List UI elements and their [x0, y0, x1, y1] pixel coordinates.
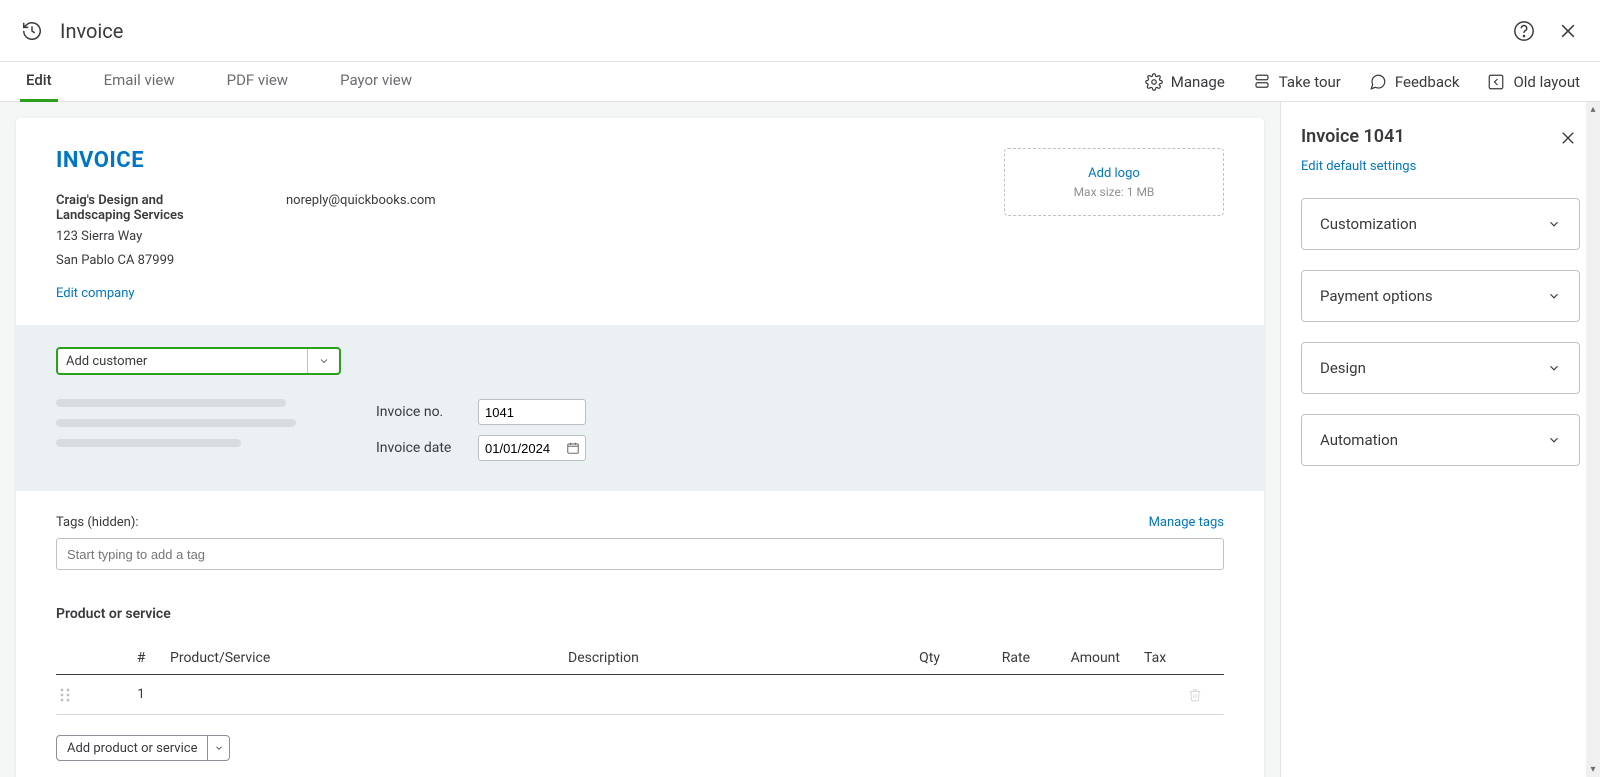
- add-product-button[interactable]: Add product or service: [57, 736, 207, 760]
- line-items-table: # Product/Service Description Qty Rate A…: [56, 642, 1224, 715]
- company-address-line1: 123 Sierra Way: [56, 227, 216, 247]
- settings-side-panel: Invoice 1041 Edit default settings Custo…: [1280, 102, 1600, 777]
- scroll-up-icon[interactable]: ▴: [1590, 104, 1595, 115]
- accordion-design[interactable]: Design: [1301, 342, 1580, 394]
- side-panel-title: Invoice 1041: [1301, 126, 1405, 147]
- tags-label: Tags (hidden):: [56, 515, 139, 530]
- company-name: Craig's Design and Landscaping Services: [56, 193, 216, 223]
- placeholder-skeleton: [56, 439, 241, 447]
- tags-input[interactable]: [56, 538, 1224, 570]
- table-row[interactable]: 1: [56, 675, 1224, 715]
- col-number: #: [116, 642, 166, 675]
- history-icon[interactable]: [20, 19, 44, 43]
- chevron-down-icon: [1547, 433, 1561, 447]
- accordion-payment-options[interactable]: Payment options: [1301, 270, 1580, 322]
- accordion-label: Design: [1320, 359, 1366, 377]
- add-product-split-button: Add product or service: [56, 735, 230, 761]
- accordion-label: Customization: [1320, 215, 1417, 233]
- side-panel-close-icon[interactable]: [1556, 126, 1580, 150]
- feedback-label: Feedback: [1395, 73, 1460, 91]
- old-layout-label: Old layout: [1513, 73, 1580, 91]
- company-address-line2: San Pablo CA 87999: [56, 251, 216, 271]
- col-amount: Amount: [1034, 642, 1124, 675]
- col-product: Product/Service: [166, 642, 564, 675]
- invoice-no-label: Invoice no.: [376, 404, 460, 420]
- row-number: 1: [116, 675, 166, 715]
- chevron-down-icon: [1547, 361, 1561, 375]
- accordion-label: Automation: [1320, 431, 1398, 449]
- accordion-customization[interactable]: Customization: [1301, 198, 1580, 250]
- logo-size-hint: Max size: 1 MB: [1074, 185, 1155, 199]
- edit-company-link[interactable]: Edit company: [56, 286, 216, 301]
- col-rate: Rate: [944, 642, 1034, 675]
- manage-action[interactable]: Manage: [1145, 73, 1225, 91]
- logo-upload-box[interactable]: Add logo Max size: 1 MB: [1004, 148, 1224, 216]
- invoice-date-label: Invoice date: [376, 440, 460, 456]
- chevron-down-icon[interactable]: [307, 349, 339, 373]
- tab-edit[interactable]: Edit: [20, 61, 58, 102]
- chevron-down-icon: [1547, 217, 1561, 231]
- col-qty: Qty: [854, 642, 944, 675]
- scroll-down-icon[interactable]: ▾: [1590, 764, 1595, 775]
- col-description: Description: [564, 642, 854, 675]
- accordion-label: Payment options: [1320, 287, 1433, 305]
- invoice-card: INVOICE Craig's Design and Landscaping S…: [16, 118, 1264, 777]
- tab-toolbar-row: Edit Email view PDF view Payor view Mana…: [0, 62, 1600, 102]
- close-icon[interactable]: [1556, 19, 1580, 43]
- gear-icon: [1145, 73, 1163, 91]
- add-product-dropdown[interactable]: [207, 736, 229, 760]
- help-icon[interactable]: [1512, 19, 1536, 43]
- tab-payor-view[interactable]: Payor view: [334, 61, 418, 102]
- take-tour-label: Take tour: [1279, 73, 1341, 91]
- col-tax: Tax: [1124, 642, 1184, 675]
- add-logo-link[interactable]: Add logo: [1088, 166, 1140, 181]
- company-email: noreply@quickbooks.com: [286, 193, 436, 301]
- outer-scrollbar[interactable]: ▴ ▾: [1586, 102, 1600, 777]
- drag-handle-icon[interactable]: [56, 675, 116, 715]
- take-tour-action[interactable]: Take tour: [1253, 73, 1341, 91]
- old-layout-icon: [1487, 73, 1505, 91]
- manage-label: Manage: [1171, 73, 1225, 91]
- tab-pdf-view[interactable]: PDF view: [221, 61, 294, 102]
- calendar-icon[interactable]: [566, 441, 580, 455]
- delete-row-icon[interactable]: [1184, 675, 1224, 715]
- placeholder-skeleton: [56, 399, 286, 407]
- edit-default-settings-link[interactable]: Edit default settings: [1301, 159, 1416, 174]
- lines-section-heading: Product or service: [56, 606, 1224, 622]
- editor-scroll-pane[interactable]: INVOICE Craig's Design and Landscaping S…: [0, 102, 1280, 777]
- add-customer-combobox[interactable]: Add customer: [56, 347, 341, 375]
- invoice-heading: INVOICE: [56, 148, 436, 173]
- tab-email-view[interactable]: Email view: [98, 61, 181, 102]
- accordion-automation[interactable]: Automation: [1301, 414, 1580, 466]
- old-layout-action[interactable]: Old layout: [1487, 73, 1580, 91]
- manage-tags-link[interactable]: Manage tags: [1149, 515, 1224, 530]
- tour-icon: [1253, 73, 1271, 91]
- placeholder-skeleton: [56, 419, 296, 427]
- customer-placeholder: Add customer: [66, 354, 147, 369]
- chevron-down-icon: [1547, 289, 1561, 303]
- page-title: Invoice: [60, 19, 123, 43]
- feedback-action[interactable]: Feedback: [1369, 73, 1460, 91]
- feedback-icon: [1369, 73, 1387, 91]
- invoice-no-input[interactable]: [478, 399, 586, 425]
- window-header: Invoice: [0, 0, 1600, 62]
